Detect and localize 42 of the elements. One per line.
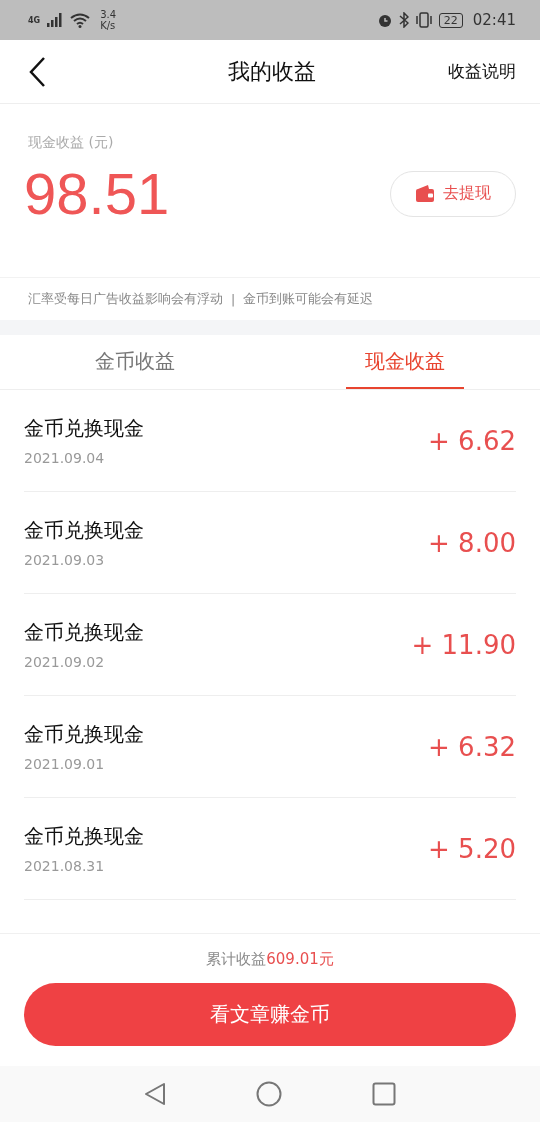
record-amount: + 6.32 [428, 731, 516, 762]
record-amount: + 6.62 [428, 425, 516, 456]
read-articles-button[interactable]: 看文章赚金币 [24, 983, 516, 1046]
total-label: 累计收益 [206, 950, 267, 969]
record-title: 金币兑换现金 [24, 619, 144, 646]
recents-icon[interactable] [372, 1082, 396, 1106]
earnings-info-link[interactable]: 收益说明 [448, 60, 516, 83]
notice-separator: | [231, 291, 236, 307]
notice-text: 汇率受每日广告收益影响会有浮动 [28, 290, 223, 308]
notice-text: 金币到账可能会有延迟 [243, 290, 374, 308]
record-date: 2021.08.31 [24, 858, 106, 874]
wallet-icon [415, 184, 435, 203]
page-title: 我的收益 [228, 57, 316, 86]
record-title: 金币兑换现金 [24, 415, 144, 442]
wifi-icon [70, 12, 91, 28]
tab[interactable]: 现金收益 [346, 335, 464, 389]
network-type: 4G [28, 15, 41, 25]
record-amount: + 11.90 [411, 629, 516, 660]
network-speed: 3.4 [100, 9, 117, 20]
withdraw-button[interactable]: 去提现 [390, 170, 516, 217]
record-date: 2021.09.02 [24, 654, 106, 670]
tab[interactable]: 金币收益 [76, 335, 194, 389]
clock: 02:41 [472, 11, 516, 29]
record-amount: + 5.20 [428, 833, 516, 864]
speed-unit: K/s [100, 20, 117, 31]
home-icon[interactable] [256, 1081, 282, 1107]
bluetooth-icon [398, 12, 409, 28]
record-title: 金币兑换现金 [24, 517, 144, 544]
back-icon[interactable] [28, 55, 46, 88]
record-title: 金币兑换现金 [24, 823, 144, 850]
record-date: 2021.09.03 [24, 552, 106, 568]
record-amount: + 8.00 [428, 527, 516, 558]
record-date: 2021.09.01 [24, 756, 106, 772]
record-title: 金币兑换现金 [24, 721, 144, 748]
alarm-icon [376, 12, 393, 28]
battery-level: 22 [438, 12, 463, 28]
signal-icon [46, 13, 65, 27]
vibrate-icon [414, 12, 433, 28]
record-date: 2021.09.04 [24, 450, 106, 466]
balance-amount: 98.51 [24, 160, 170, 227]
total-value: 609.01元 [266, 950, 334, 969]
balance-label: 现金收益 (元) [28, 134, 115, 152]
